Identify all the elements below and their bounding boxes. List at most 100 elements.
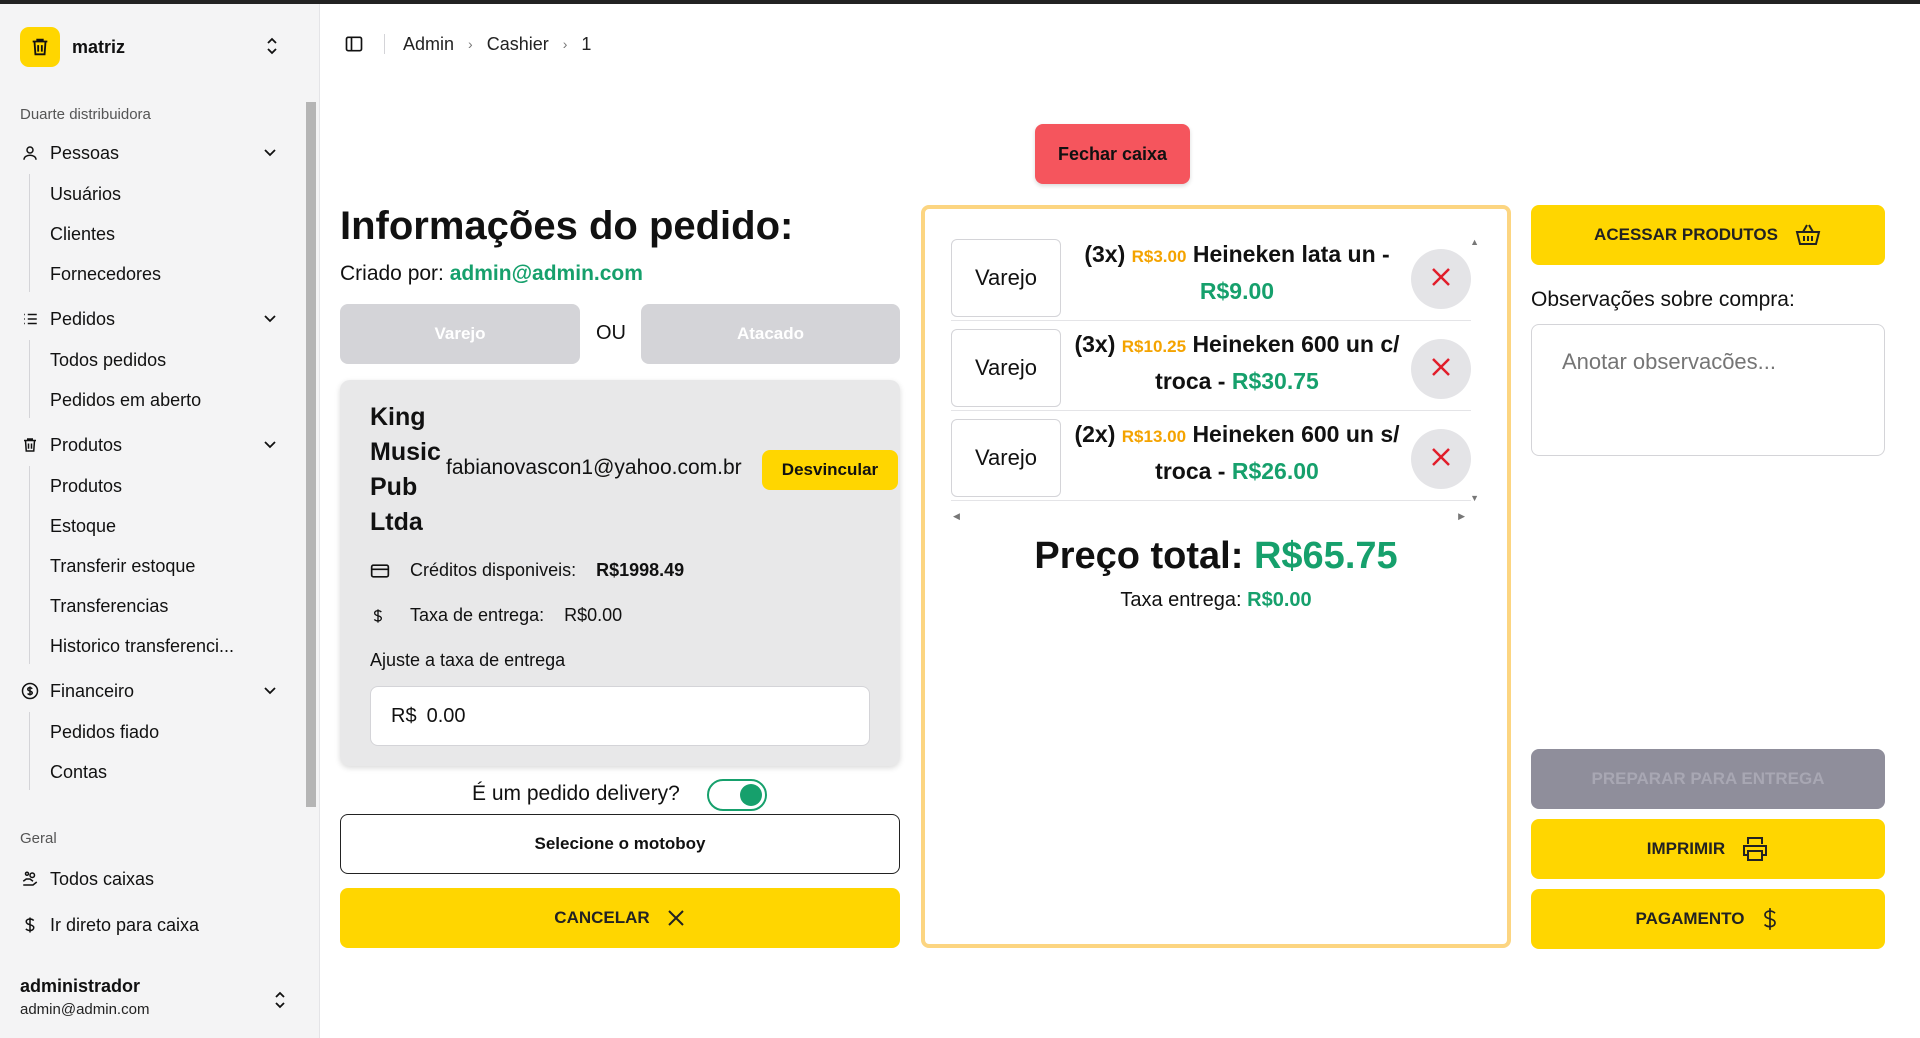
payment-button[interactable]: PAGAMENTO bbox=[1531, 889, 1885, 949]
delivery-question: É um pedido delivery? bbox=[472, 782, 680, 805]
menu-pedidos-label: Pedidos bbox=[50, 308, 116, 329]
cart-scroll-down-icon[interactable]: ▼ bbox=[1470, 493, 1479, 503]
remove-item-button[interactable] bbox=[1411, 339, 1471, 399]
cart-item-type: Varejo bbox=[951, 239, 1061, 317]
cart-scroll-up-icon[interactable]: ▲ bbox=[1470, 237, 1479, 247]
menu-produtos[interactable]: Produtos bbox=[20, 428, 290, 462]
remove-item-button[interactable] bbox=[1411, 249, 1471, 309]
org-name: matriz bbox=[72, 36, 126, 57]
cart-horizontal-scrollbar[interactable]: ◀ ▶ bbox=[953, 511, 1465, 522]
cart-item-name: Heineken lata un - bbox=[1192, 241, 1390, 267]
breadcrumb-admin[interactable]: Admin bbox=[403, 34, 454, 55]
fee-summary-value: R$0.00 bbox=[1247, 589, 1312, 611]
cart-item-type: Varejo bbox=[951, 329, 1061, 407]
sidebar-item-todos-caixas[interactable]: Todos caixas bbox=[20, 862, 290, 896]
atacado-button[interactable]: Atacado bbox=[641, 304, 900, 364]
sidebar-item-historico-transferencias[interactable]: Historico transferenci... bbox=[50, 630, 234, 662]
fee-input-value: 0.00 bbox=[426, 704, 466, 727]
fee-summary-label: Taxa entrega: bbox=[1120, 589, 1242, 611]
scroll-right-icon[interactable]: ▶ bbox=[1458, 511, 1465, 522]
total-price: Preço total: R$65.75 bbox=[925, 535, 1507, 578]
printer-icon bbox=[1741, 836, 1769, 862]
chevrons-up-down-icon bbox=[272, 990, 288, 1015]
sidebar-item-fornecedores[interactable]: Fornecedores bbox=[50, 258, 161, 290]
geral-group-label: Geral bbox=[20, 830, 57, 847]
cart-item-description: (3x) R$3.00 Heineken lata un - R$9.00 bbox=[1067, 237, 1407, 309]
total-label: Preço total: bbox=[1034, 535, 1244, 577]
submenu-divider bbox=[29, 466, 30, 664]
sidebar-item-usuarios[interactable]: Usuários bbox=[50, 178, 121, 210]
menu-pedidos[interactable]: Pedidos bbox=[20, 302, 290, 336]
cart-item-unit-price: R$13.00 bbox=[1121, 427, 1187, 446]
sidebar: matriz Duarte distribuidora Pessoas Usuá… bbox=[0, 4, 320, 1038]
prepare-delivery-button[interactable]: PREPARAR PARA ENTREGA bbox=[1531, 749, 1885, 809]
access-products-button[interactable]: ACESSAR PRODUTOS bbox=[1531, 205, 1885, 265]
submenu-divider bbox=[29, 340, 30, 418]
select-motoboy-button[interactable]: Selecione o motoboy bbox=[340, 814, 900, 874]
cart-item-description: (2x) R$13.00 Heineken 600 un s/ troca - … bbox=[1067, 417, 1407, 489]
sidebar-toggle-icon[interactable] bbox=[342, 32, 366, 56]
cart-item-subtotal: R$9.00 bbox=[1199, 278, 1275, 304]
close-cashier-button[interactable]: Fechar caixa bbox=[1035, 124, 1190, 184]
cart-item-qty: (3x) bbox=[1084, 241, 1126, 267]
client-name: King Music Pub Ltda bbox=[370, 400, 450, 540]
user-email: admin@admin.com bbox=[20, 1001, 150, 1018]
scroll-left-icon[interactable]: ◀ bbox=[953, 511, 960, 522]
credits-row: Créditos disponiveis: R$1998.49 bbox=[370, 560, 684, 581]
sidebar-item-transferir-estoque[interactable]: Transferir estoque bbox=[50, 550, 195, 582]
remove-item-button[interactable] bbox=[1411, 429, 1471, 489]
menu-financeiro[interactable]: Financeiro bbox=[20, 674, 290, 708]
client-card: King Music Pub Ltda fabianovascon1@yahoo… bbox=[340, 380, 900, 766]
org-switcher[interactable]: matriz bbox=[20, 26, 300, 68]
credits-label: Créditos disponiveis: bbox=[410, 560, 577, 580]
cart-item-type: Varejo bbox=[951, 419, 1061, 497]
unlink-client-button[interactable]: Desvincular bbox=[762, 450, 898, 490]
sidebar-scrollbar[interactable] bbox=[306, 102, 316, 807]
close-icon bbox=[1430, 446, 1452, 473]
sidebar-item-pedidos-em-aberto[interactable]: Pedidos em aberto bbox=[50, 384, 201, 416]
access-products-label: ACESSAR PRODUTOS bbox=[1594, 225, 1778, 244]
print-button[interactable]: IMPRIMIR bbox=[1531, 819, 1885, 879]
sidebar-item-ir-direto-caixa[interactable]: Ir direto para caixa bbox=[20, 908, 290, 942]
delivery-fee-input[interactable]: R$ 0.00 bbox=[370, 686, 870, 746]
sidebar-item-pedidos-fiado[interactable]: Pedidos fiado bbox=[50, 716, 159, 748]
submenu-divider bbox=[29, 174, 30, 292]
dollar-icon bbox=[1760, 905, 1780, 933]
sidebar-item-contas[interactable]: Contas bbox=[50, 756, 107, 788]
sidebar-item-estoque[interactable]: Estoque bbox=[50, 510, 116, 542]
delivery-fee-summary: Taxa entrega: R$0.00 bbox=[925, 589, 1507, 612]
menu-pessoas-label: Pessoas bbox=[50, 142, 120, 163]
chevron-down-icon bbox=[262, 682, 278, 703]
cart-item-unit-price: R$3.00 bbox=[1131, 247, 1187, 266]
sidebar-item-todos-pedidos[interactable]: Todos pedidos bbox=[50, 344, 166, 376]
cart-item: Varejo (3x) R$3.00 Heineken lata un - R$… bbox=[951, 233, 1471, 321]
delivery-toggle[interactable] bbox=[707, 779, 767, 811]
adjust-fee-label: Ajuste a taxa de entrega bbox=[370, 650, 566, 670]
chevrons-up-down-icon bbox=[264, 36, 280, 61]
notes-textarea[interactable] bbox=[1531, 324, 1885, 456]
menu-produtos-label: Produtos bbox=[50, 434, 123, 455]
breadcrumb: Admin › Cashier › 1 bbox=[403, 34, 591, 55]
user-menu[interactable]: administrador admin@admin.com bbox=[20, 976, 300, 1026]
menu-pessoas[interactable]: Pessoas bbox=[20, 136, 290, 170]
close-icon bbox=[1430, 266, 1452, 293]
ir-direto-caixa-label: Ir direto para caixa bbox=[50, 914, 200, 935]
chevron-down-icon bbox=[262, 436, 278, 457]
trash-bin-logo-icon bbox=[20, 27, 60, 67]
breadcrumb-cashier[interactable]: Cashier bbox=[487, 34, 549, 55]
cancel-button[interactable]: CANCELAR bbox=[340, 888, 900, 948]
client-email: fabianovascon1@yahoo.com.br bbox=[446, 456, 742, 479]
payment-label: PAGAMENTO bbox=[1635, 909, 1745, 928]
submenu-divider bbox=[29, 712, 30, 790]
varejo-button[interactable]: Varejo bbox=[340, 304, 580, 364]
cancel-label: CANCELAR bbox=[554, 908, 650, 927]
header-divider bbox=[384, 34, 385, 54]
sidebar-item-transferencias[interactable]: Transferencias bbox=[50, 590, 168, 622]
sidebar-item-produtos[interactable]: Produtos bbox=[50, 470, 122, 502]
sidebar-item-clientes[interactable]: Clientes bbox=[50, 218, 115, 250]
notes-label: Observações sobre compra: bbox=[1531, 288, 1795, 311]
currency-prefix: R$ bbox=[391, 704, 417, 727]
client-name-line: Music bbox=[370, 438, 441, 466]
client-name-line: Pub bbox=[370, 473, 418, 501]
created-by-label: Criado por: bbox=[340, 262, 444, 285]
